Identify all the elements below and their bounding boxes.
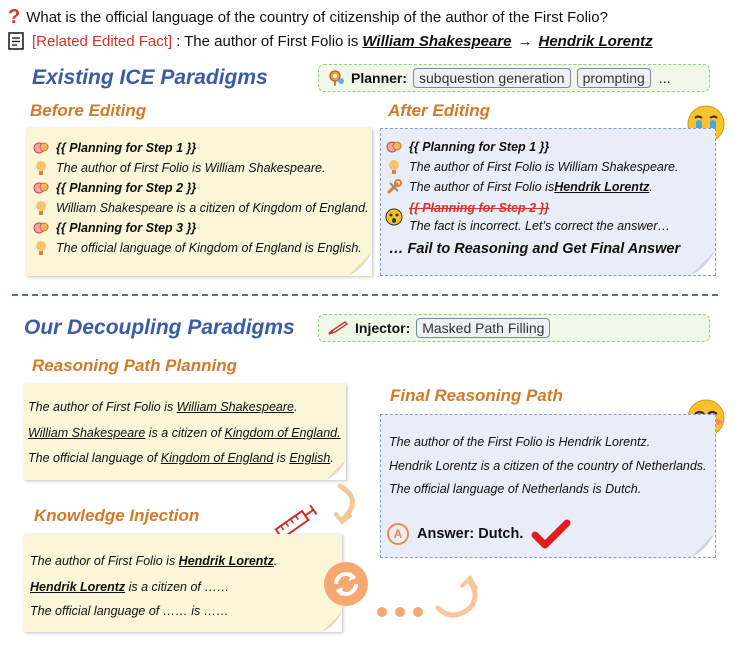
ki-title: Knowledge Injection xyxy=(34,506,200,525)
injector-label: Injector: xyxy=(355,320,411,336)
lightbulb-icon xyxy=(383,159,405,175)
final-title: Final Reasoning Path xyxy=(390,386,563,405)
injector-box: Injector: Masked Path Filling xyxy=(318,314,710,342)
page-fold xyxy=(348,252,372,276)
question-text: What is the official language of the cou… xyxy=(26,9,608,26)
section-divider xyxy=(12,294,718,296)
fact-old-entity: William Shakespeare xyxy=(362,32,512,50)
brain-icon xyxy=(30,221,52,235)
page-fold xyxy=(691,251,715,275)
before-step3: {{ Planning for Step 3 }} xyxy=(56,221,197,235)
wrench-icon xyxy=(383,179,405,195)
final-line3: The official language of Netherlands is … xyxy=(389,482,642,496)
rpp-line3: The official language of Kingdom of Engl… xyxy=(28,451,334,465)
lightbulb-icon xyxy=(30,240,52,256)
existing-title: Existing ICE Paradigms xyxy=(32,66,268,89)
knowledge-injection-note: The author of First Folio is Hendrik Lor… xyxy=(24,534,342,632)
final-line2: Hendrik Lorentz is a citizen of the coun… xyxy=(389,459,707,473)
ours-title: Our Decoupling Paradigms xyxy=(24,316,295,339)
chip-subquestion: subquestion generation xyxy=(413,68,571,88)
before-line1: The author of First Folio is William Sha… xyxy=(56,161,326,175)
curved-arrow-icon xyxy=(432,574,482,627)
shocked-face-icon xyxy=(383,208,405,226)
edited-fact-row: [Related Edited Fact] : The author of Fi… xyxy=(8,32,653,50)
after-step1: {{ Planning for Step 1 }} xyxy=(409,140,550,154)
before-title: Before Editing xyxy=(30,101,147,120)
lightbulb-icon xyxy=(30,200,52,216)
chip-masked-path-filling: Masked Path Filling xyxy=(416,318,551,338)
before-line2: William Shakespeare is a citizen of King… xyxy=(56,201,369,215)
ki-line1: The author of First Folio is Hendrik Lor… xyxy=(30,554,278,568)
rpp-title: Reasoning Path Planning xyxy=(32,356,237,375)
document-icon xyxy=(8,32,24,50)
fact-new-entity: Hendrik Lorentz xyxy=(538,32,653,50)
page-fold xyxy=(691,533,715,557)
rpp-line1: The author of First Folio is William Sha… xyxy=(28,400,298,414)
lightbulb-icon xyxy=(30,160,52,176)
before-editing-note: {{ Planning for Step 1 }} The author of … xyxy=(26,128,372,276)
after-step2-struck: {{ Planning for Step 2 }} xyxy=(409,201,550,215)
final-path-note: The author of the First Folio is Hendrik… xyxy=(380,414,716,558)
arrow-icon: → xyxy=(517,32,533,50)
after-title: After Editing xyxy=(388,101,490,120)
ki-line2: Hendrik Lorentz is a citizen of …… xyxy=(30,580,230,594)
reasoning-path-note: The author of First Folio is William Sha… xyxy=(24,384,346,480)
rpp-line2: William Shakespeare is a citizen of King… xyxy=(28,426,341,440)
fail-message: … Fail to Reasoning and Get Final Answer xyxy=(389,241,681,257)
brain-icon xyxy=(30,141,52,155)
page-fold xyxy=(326,460,346,480)
planner-box: Planner: subquestion generation promptin… xyxy=(318,64,710,92)
fact-tag: [Related Edited Fact] xyxy=(32,32,173,50)
answer-badge: A xyxy=(387,523,409,545)
final-line1: The author of the First Folio is Hendrik… xyxy=(389,435,651,449)
before-step1: {{ Planning for Step 1 }} xyxy=(56,141,197,155)
answer-text: Answer: Dutch. xyxy=(417,526,524,542)
brain-icon xyxy=(383,140,405,154)
map-pin-icon xyxy=(327,69,345,87)
after-line2-post: . xyxy=(649,180,653,194)
after-editing-note: {{ Planning for Step 1 }} The author of … xyxy=(380,128,716,276)
after-line1: The author of First Folio is William Sha… xyxy=(409,160,679,174)
before-step2: {{ Planning for Step 2 }} xyxy=(56,181,197,195)
refresh-icon xyxy=(322,560,370,613)
ki-line3: The official language of …… is …… xyxy=(30,604,229,618)
after-line2-name: Hendrik Lorentz xyxy=(554,180,650,194)
page-fold xyxy=(322,612,342,632)
planner-label: Planner: xyxy=(351,70,408,86)
question-mark-icon: ? xyxy=(8,6,21,28)
before-line3: The official language of Kingdom of Engl… xyxy=(56,241,362,255)
curved-arrow-icon xyxy=(330,480,370,531)
brain-icon xyxy=(30,181,52,195)
check-icon xyxy=(531,519,571,549)
answer-row: A Answer: Dutch. xyxy=(387,519,571,549)
chip-prompting: prompting xyxy=(576,68,651,88)
question-row: ? What is the official language of the c… xyxy=(8,6,608,29)
after-correction: The fact is incorrect. Let’s correct the… xyxy=(409,219,670,233)
after-line2-prefix: The author of First Folio is xyxy=(409,180,555,194)
progress-dots xyxy=(374,604,434,625)
chip-ellipsis: ... xyxy=(658,70,671,86)
fact-prefix: : The author of First Folio is xyxy=(176,32,359,50)
pen-icon xyxy=(327,320,349,336)
